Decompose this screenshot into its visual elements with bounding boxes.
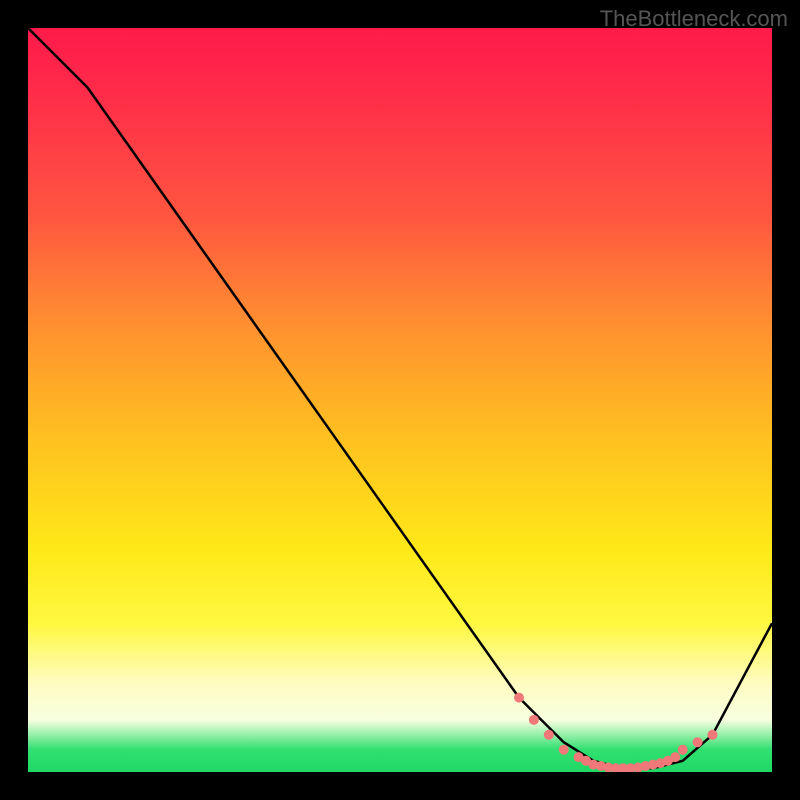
plot-area bbox=[28, 28, 772, 772]
attribution-text: TheBottleneck.com bbox=[600, 6, 788, 32]
chart-svg bbox=[28, 28, 772, 772]
curve-line bbox=[28, 28, 772, 768]
curve-markers bbox=[514, 693, 718, 772]
